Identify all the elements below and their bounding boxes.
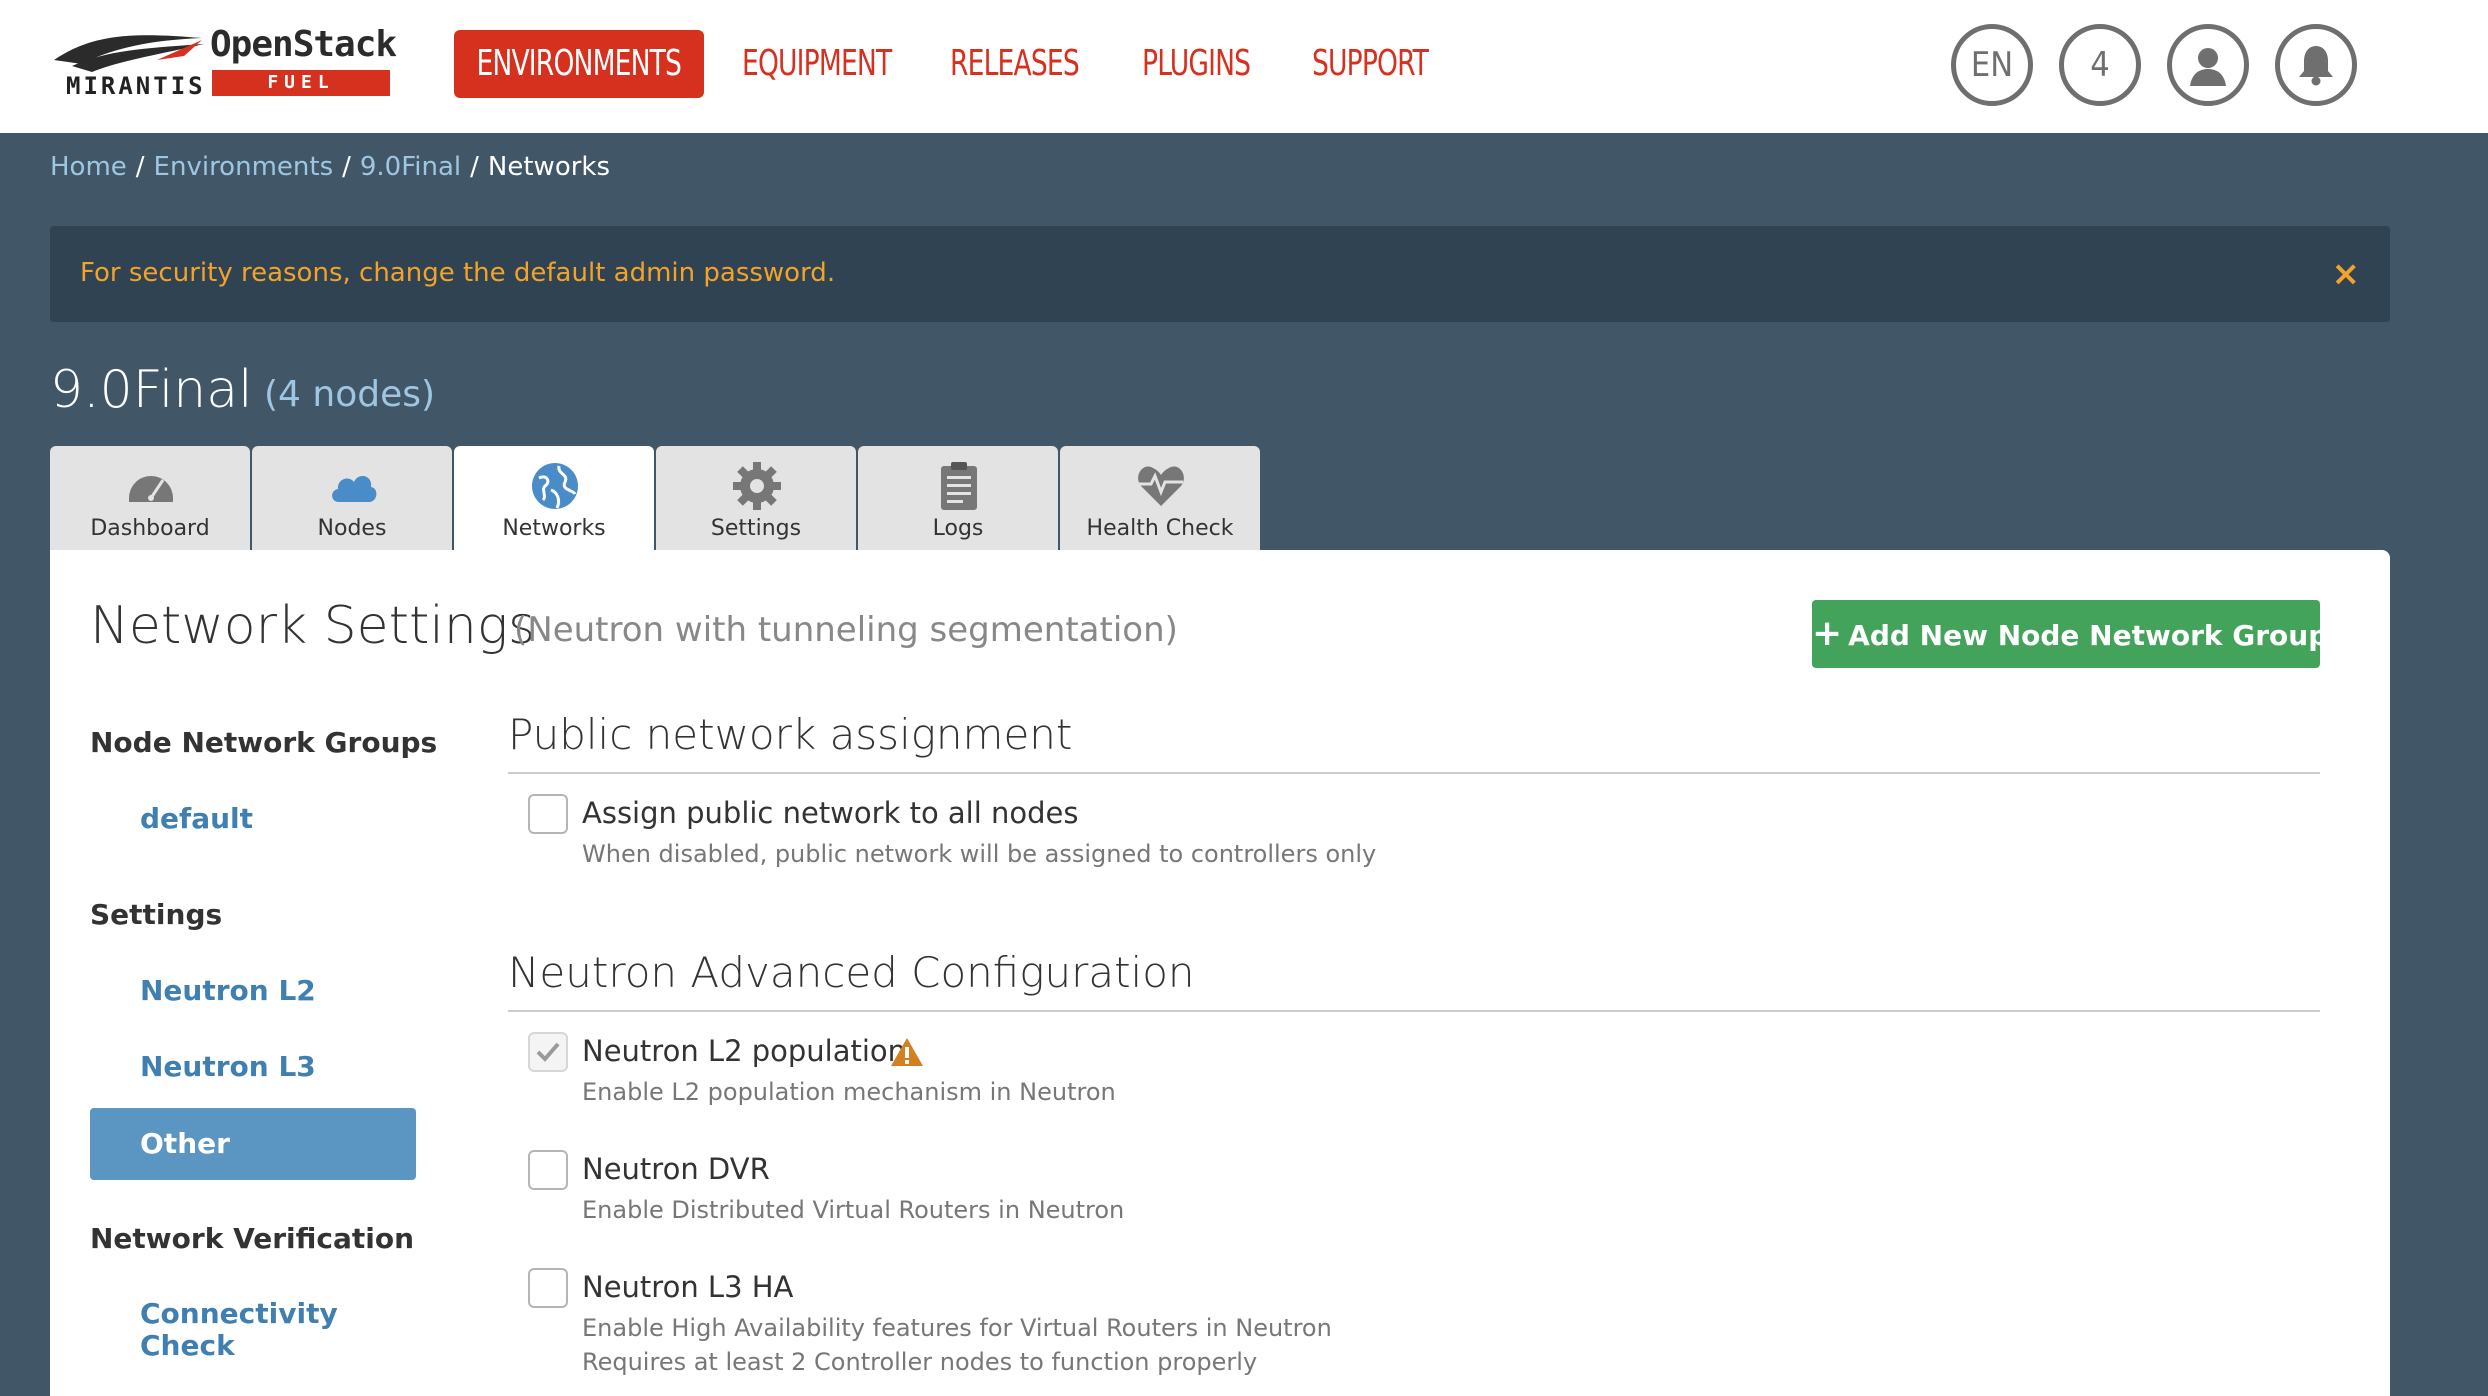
tab-label: Logs (932, 516, 984, 541)
breadcrumb-separator: / (342, 152, 351, 182)
tab-dashboard[interactable]: Dashboard (50, 446, 250, 550)
sidebar-heading-node-network-groups: Node Network Groups (90, 726, 438, 759)
add-node-network-group-button[interactable]: + Add New Node Network Group (1812, 600, 2328, 668)
top-header: MIRANTIS OpenStack FUEL ENVIRONMENTS EQU… (0, 0, 2488, 133)
nav-plugins[interactable]: PLUGINS (1142, 30, 1251, 98)
tab-label: Health Check (1086, 516, 1234, 541)
alert-close-button[interactable]: × (2332, 254, 2361, 294)
sidebar-item-connectivity-check[interactable]: Connectivity Check (140, 1298, 360, 1362)
section-title-neutron-advanced: Neutron Advanced Configuration (508, 948, 1195, 997)
tab-label: Nodes (317, 516, 387, 541)
clipboard-icon (941, 462, 977, 510)
mirantis-wordmark: MIRANTIS (66, 72, 206, 100)
tab-label: Networks (502, 516, 606, 541)
option-description-requirement: Requires at least 2 Controller nodes to … (582, 1348, 1258, 1376)
tab-networks[interactable]: Networks (454, 446, 654, 554)
mirantis-bird-icon (54, 35, 204, 72)
section-divider (508, 772, 2320, 774)
breadcrumb-separator: / (135, 152, 145, 182)
globe-icon (532, 463, 578, 509)
tab-health-check[interactable]: Health Check (1060, 446, 1260, 550)
neutron-l2-population-checkbox[interactable] (528, 1032, 568, 1072)
option-description: Enable L2 population mechanism in Neutro… (582, 1078, 1116, 1106)
section-title-public-network: Public network assignment (508, 710, 1073, 759)
tab-settings[interactable]: Settings (656, 446, 856, 550)
fuel-wordmark: FUEL (212, 70, 390, 96)
notifications-bell-button[interactable] (2275, 24, 2357, 106)
cloud-icon (332, 475, 377, 502)
sidebar-item-neutron-l3[interactable]: Neutron L3 (140, 1050, 316, 1083)
option-description: Enable Distributed Virtual Routers in Ne… (582, 1196, 1125, 1224)
dashboard-gauge-icon (129, 476, 173, 502)
breadcrumb-home[interactable]: Home (50, 152, 127, 182)
heartbeat-icon (1138, 466, 1184, 506)
tab-label: Dashboard (90, 516, 210, 541)
option-description: Enable High Availability features for Vi… (582, 1314, 1332, 1342)
option-label: Neutron L2 population (582, 1034, 907, 1068)
gear-icon (733, 462, 781, 510)
section-divider (508, 1010, 2320, 1012)
security-alert: For security reasons, change the default… (50, 226, 2390, 322)
tab-logs[interactable]: Logs (858, 446, 1058, 550)
alert-message: For security reasons, change the default… (80, 258, 836, 288)
neutron-l3-ha-checkbox[interactable] (528, 1268, 568, 1308)
breadcrumb: Home / Environments / 9.0Final / Networks (50, 152, 610, 182)
option-label: Neutron L3 HA (582, 1270, 794, 1304)
breadcrumb-separator: / (470, 152, 479, 182)
option-label: Neutron DVR (582, 1152, 770, 1186)
assign-public-network-checkbox[interactable] (528, 794, 568, 834)
sidebar-item-other[interactable]: Other (90, 1108, 416, 1180)
sidebar-item-default[interactable]: default (140, 802, 253, 835)
tab-nodes[interactable]: Nodes (252, 446, 452, 550)
environment-name: 9.0Final (50, 360, 253, 420)
tab-label: Settings (710, 516, 802, 541)
breadcrumb-environment[interactable]: 9.0Final (360, 152, 461, 182)
user-icon (2190, 48, 2226, 86)
environment-node-count[interactable]: (4 nodes) (264, 374, 435, 415)
breadcrumb-current: Networks (487, 152, 611, 182)
add-button-label: Add New Node Network Group (1848, 619, 2329, 652)
notifications-count-button[interactable]: 4 (2059, 24, 2141, 106)
breadcrumb-environments[interactable]: Environments (154, 152, 334, 182)
network-settings-panel: Network Settings (Neutron with tunneling… (50, 550, 2390, 1396)
network-segmentation-subtitle: (Neutron with tunneling segmentation) (514, 610, 1178, 650)
nav-equipment[interactable]: EQUIPMENT (742, 30, 892, 98)
nav-support[interactable]: SUPPORT (1312, 30, 1429, 98)
bell-icon (2299, 46, 2333, 86)
option-label: Assign public network to all nodes (582, 796, 1079, 830)
page-title: Network Settings (90, 596, 536, 656)
neutron-dvr-checkbox[interactable] (528, 1150, 568, 1190)
warning-icon[interactable] (890, 1036, 924, 1068)
language-button[interactable]: EN (1951, 24, 2033, 106)
plus-icon: + (1812, 613, 1843, 654)
openstack-wordmark: OpenStack (210, 24, 397, 65)
checkmark-icon (536, 1042, 560, 1062)
sidebar-heading-settings: Settings (90, 898, 223, 931)
sidebar-item-neutron-l2[interactable]: Neutron L2 (140, 974, 316, 1007)
user-button[interactable] (2167, 24, 2249, 106)
fuel-logo[interactable]: MIRANTIS OpenStack FUEL (52, 24, 397, 104)
sidebar-heading-network-verification: Network Verification (90, 1222, 415, 1255)
option-description: When disabled, public network will be as… (582, 840, 1377, 868)
nav-releases[interactable]: RELEASES (950, 30, 1080, 98)
nav-environments[interactable]: ENVIRONMENTS (454, 30, 704, 98)
